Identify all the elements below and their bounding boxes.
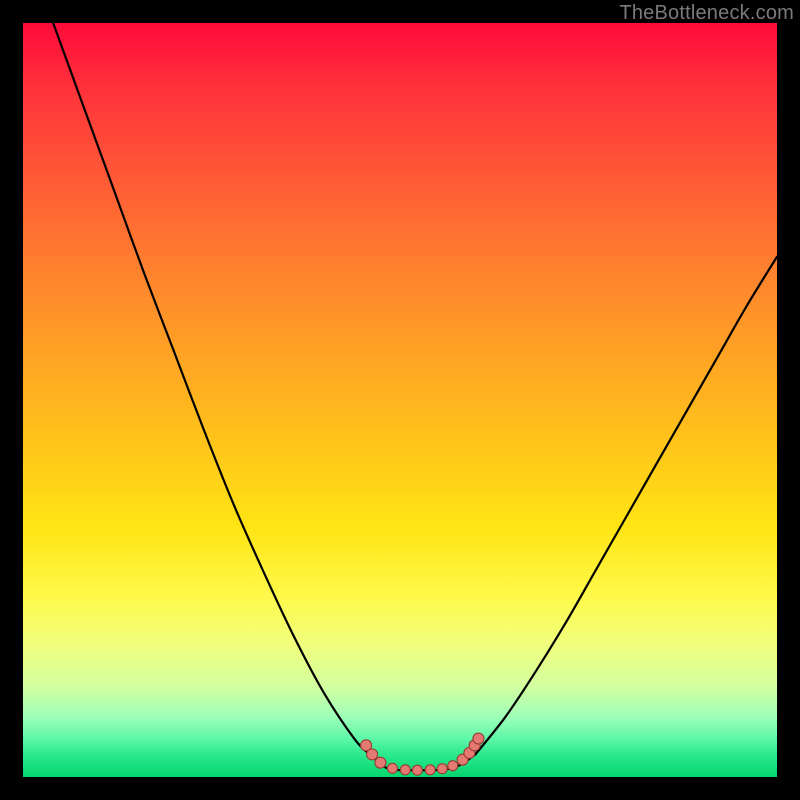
floor-dot xyxy=(367,749,378,760)
floor-dot xyxy=(473,733,484,744)
floor-dot xyxy=(375,757,386,768)
floor-dot xyxy=(387,763,397,773)
floor-dot xyxy=(437,764,447,774)
curve-left-arm xyxy=(53,23,370,754)
watermark-text: TheBottleneck.com xyxy=(619,2,794,25)
chart-overlay xyxy=(23,23,777,777)
floor-dot xyxy=(412,765,422,775)
floor-dot xyxy=(425,765,435,775)
floor-dot xyxy=(400,765,410,775)
floor-dot xyxy=(448,761,458,771)
chart-frame: TheBottleneck.com xyxy=(0,0,800,800)
floor-dots-group xyxy=(361,733,484,775)
curve-right-arm xyxy=(475,257,777,755)
